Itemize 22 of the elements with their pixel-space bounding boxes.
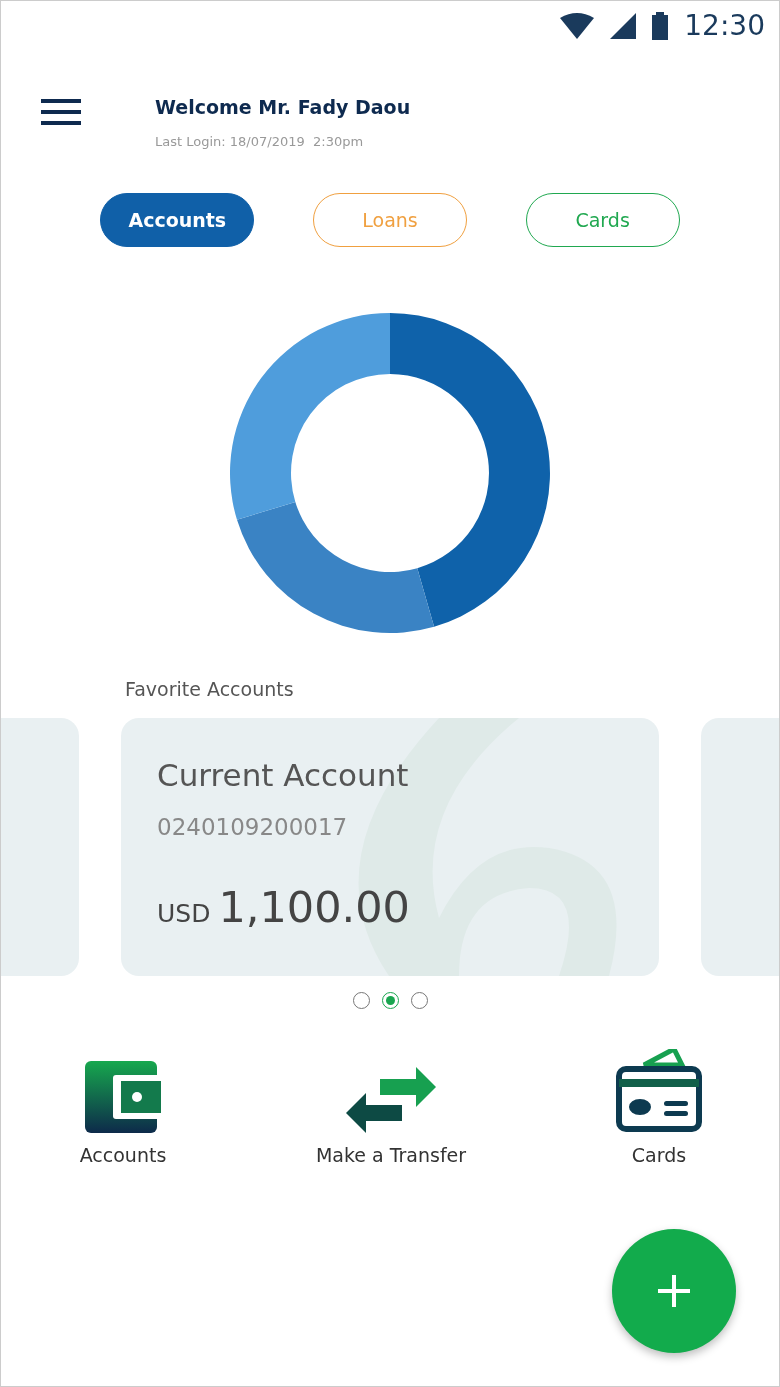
last-login-text: Last Login: 18/07/2019 2:30pm [155,132,365,151]
plus-icon [658,1275,690,1307]
clock-time: 12:30 [684,8,765,44]
shortcut-button[interactable]: Accounts [53,1048,193,1169]
signal-icon [610,13,637,39]
account-number: 0240109200017 [157,813,349,842]
currency-label: USD [157,897,211,930]
menu-icon[interactable] [41,99,81,125]
account-card[interactable]: Current Account 0240109200017 USD 1,100.00 [121,717,659,976]
add-button[interactable] [612,1229,736,1353]
shortcut-button[interactable]: Make a Transfer [315,1048,467,1169]
balance-amount: 1,100.00 [218,880,410,934]
account-name: Current Account [157,755,410,795]
battery-icon [652,12,669,40]
shortcut-button[interactable]: Cards [589,1048,729,1169]
welcome-title: Welcome Mr. Fady Daou [155,95,411,120]
credit-card-icon [616,1048,702,1133]
wifi-icon [560,13,595,39]
transfer-arrows-icon [346,1066,436,1133]
wallet-icon [85,1060,161,1133]
tab[interactable]: Accounts [100,193,255,247]
section-title: Favorite Accounts [125,677,295,702]
